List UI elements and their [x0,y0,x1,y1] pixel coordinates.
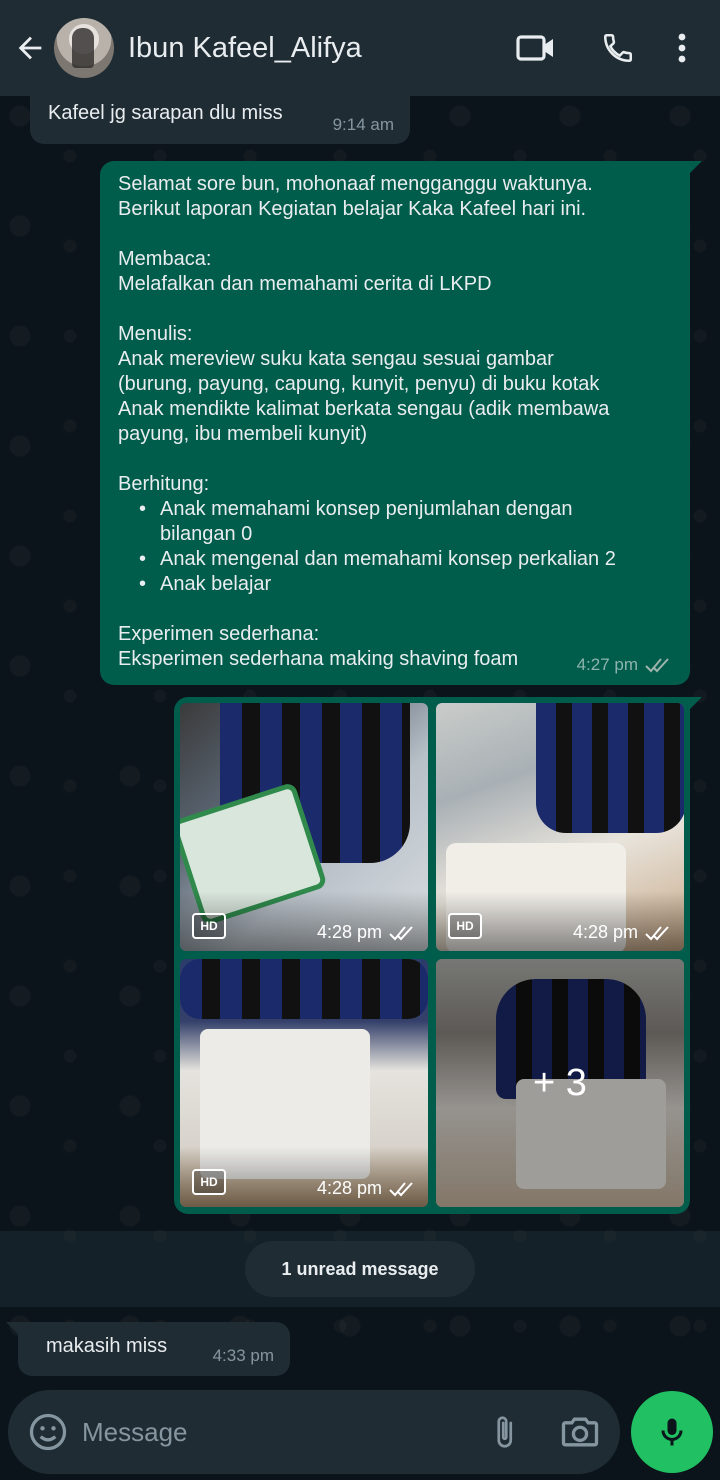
message-line [118,297,672,322]
message-time: 4:28 pm [572,922,638,942]
message-time: 4:28 pm [316,1178,382,1198]
message-composer [8,1390,620,1474]
voice-record-button[interactable] [631,1391,713,1473]
bullet-dot-icon: • [139,548,147,570]
bullet-dot-icon: • [139,498,147,520]
message-input[interactable] [82,1410,462,1454]
video-call-button[interactable] [504,0,568,96]
message-line: Melafalkan dan memahami cerita di LKPD [118,273,492,295]
incoming-message[interactable]: Kafeel jg sarapan dlu miss 9:14 am [30,96,410,144]
more-options-button[interactable] [660,0,704,96]
bullet-text: Anak memahami konsep penjumlahan dengan [160,498,573,520]
hd-badge: HD [192,1169,226,1195]
message-line: Berhitung: [118,473,210,495]
attach-button[interactable] [486,1410,522,1454]
media-time: 4:28 pm [317,1178,416,1199]
message-line: Anak mereview suku kata sengau sesuai ga… [118,348,554,370]
photo-thumbnail[interactable]: HD 4:28 pm [180,703,428,951]
double-check-icon [645,925,669,940]
bullet-text: bilangan 0 [160,523,253,545]
bullet-item: • Anak mengenal dan memahami konsep perka… [118,547,672,572]
bullet-item: • Anak belajar [118,572,672,597]
message-line [118,222,672,247]
avatar[interactable] [54,18,114,78]
camera-icon [561,1417,599,1447]
message-line: Menulis: [118,323,193,345]
message-line: (burung, payung, capung, kunyit, penyu) … [118,373,600,395]
outgoing-message[interactable]: Selamat sore bun, mohonaaf mengganggu wa… [100,161,702,685]
bullet-text: Anak mengenal dan memahami konsep perkal… [160,548,616,570]
message-time: 4:27 pm [576,655,638,674]
bullet-dot-icon: • [139,573,147,595]
message-text: Kafeel jg sarapan dlu miss [48,102,283,124]
message-time: 9:14 am [332,115,394,134]
message-time: 4:28 pm [316,922,382,942]
incoming-message[interactable]: makasih miss 4:33 pm [6,1322,290,1376]
back-arrow-icon [18,36,42,60]
video-call-icon [516,35,553,61]
outgoing-media-album: HD 4:28 pm HD 4:28 pm HD 4:28 pm + 3 [174,697,702,1214]
message-line: Berikut laporan Kegiatan belajar Kaka Ka… [118,198,587,220]
message-line: payung, ibu membeli kunyit) [118,423,368,445]
message-line [118,447,672,472]
message-line [118,597,672,622]
message-line: Experimen sederhana: [118,623,320,645]
double-check-icon [389,925,413,940]
media-time: 4:28 pm [573,922,672,943]
more-photos-count: + 3 [436,959,684,1207]
back-button[interactable] [2,0,58,96]
chat-header: Ibun Kafeel_Alifya [0,0,720,96]
emoji-icon [29,1413,67,1451]
double-check-icon [645,657,669,672]
unread-messages-label: 1 unread message [245,1241,475,1297]
more-options-icon [678,33,686,63]
voice-call-icon [603,33,633,63]
message-line: Selamat sore bun, mohonaaf mengganggu wa… [118,173,593,195]
message-line: Membaca: [118,248,212,270]
message-line: Anak mendikte kalimat berkata sengau (ad… [118,398,610,420]
message-text: makasih miss [46,1335,168,1357]
bullet-text: Anak belajar [160,573,272,595]
media-time: 4:28 pm [317,922,416,943]
camera-button[interactable] [558,1410,602,1454]
double-check-icon [389,1181,413,1196]
hd-badge: HD [448,913,482,939]
hd-badge: HD [192,913,226,939]
emoji-button[interactable] [26,1410,70,1454]
microphone-icon [661,1418,683,1446]
contact-name[interactable]: Ibun Kafeel_Alifya [128,32,504,65]
message-time: 4:33 pm [212,1346,274,1365]
bullet-item-continuation: bilangan 0 [118,522,672,547]
message-meta: 4:27 pm [577,652,672,677]
photo-thumbnail[interactable]: HD 4:28 pm [436,703,684,951]
photo-thumbnail[interactable]: HD 4:28 pm [180,959,428,1207]
paperclip-icon [497,1416,513,1448]
photo-thumbnail-more[interactable]: + 3 [436,959,684,1207]
bullet-item: • Anak memahami konsep penjumlahan dengan [118,497,672,522]
voice-call-button[interactable] [586,0,650,96]
